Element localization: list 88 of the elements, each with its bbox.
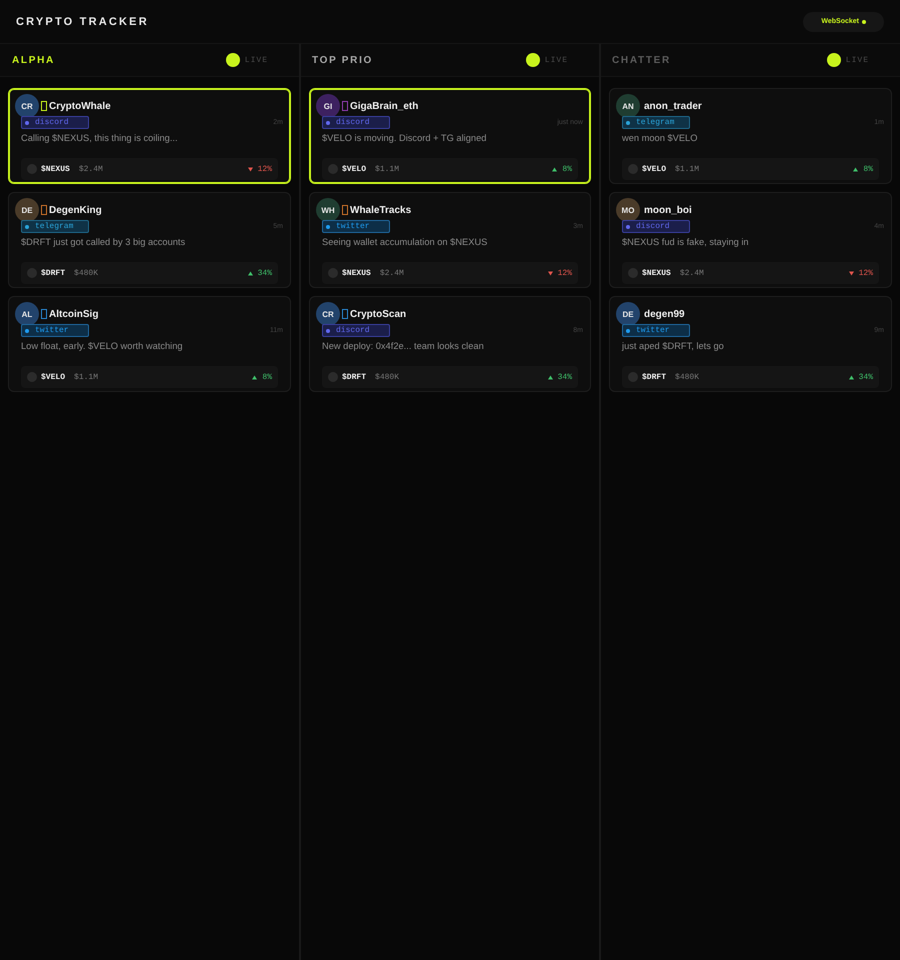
dot-icon — [25, 120, 29, 124]
avatar: MO — [616, 198, 640, 222]
triangle-up-icon — [252, 374, 258, 380]
price-change: 8% — [863, 164, 873, 174]
dot-icon — [25, 328, 29, 332]
column-title: ALPHA — [12, 54, 55, 66]
live-label: LIVE — [544, 56, 568, 64]
column-title: CHATTER — [612, 54, 671, 66]
triangle-up-icon — [848, 374, 854, 380]
source-label: discord — [336, 326, 370, 335]
message-text: Calling $NEXUS, this thing is coiling... — [21, 133, 179, 145]
price-change: 12% — [258, 164, 272, 174]
message-text: $VELO is moving. Discord + TG aligned — [322, 133, 488, 145]
price-change: 12% — [558, 268, 572, 278]
price-change: 34% — [858, 372, 873, 382]
triangle-up-icon — [248, 270, 253, 276]
source-label: discord — [35, 118, 69, 127]
token-symbol: $VELO — [642, 164, 666, 174]
message-text: $NEXUS fud is fake, staying in — [622, 237, 750, 249]
token-price: $480K — [675, 372, 700, 382]
token-symbol: $DRFT — [41, 268, 66, 278]
avatar: GI — [316, 94, 340, 118]
source-label: discord — [336, 118, 370, 127]
token-price: $1.1M — [74, 372, 98, 382]
message-text: $DRFT just got called by 3 big accounts — [21, 237, 186, 249]
dot-icon — [626, 224, 630, 228]
avatar: CR — [316, 302, 340, 326]
live-label: LIVE — [244, 56, 268, 64]
avatar: DE — [616, 302, 640, 326]
avatar: WH — [316, 198, 340, 222]
triangle-up-icon — [853, 166, 858, 172]
source-label: twitter — [636, 326, 670, 335]
dot-icon — [626, 120, 630, 124]
token-price: $480K — [74, 268, 98, 278]
avatar: CR — [15, 94, 39, 118]
message-text: New deploy: 0x4f2e... team looks clean — [322, 341, 485, 353]
source-label: telegram — [636, 118, 674, 127]
column-title: TOP PRIO — [312, 54, 374, 66]
dot-icon — [326, 120, 330, 124]
message-text: just aped $DRFT, lets go — [622, 341, 725, 353]
user-name: CryptoScan — [350, 308, 406, 320]
token-price: $2.4M — [680, 268, 704, 278]
triangle-up-icon — [548, 374, 553, 380]
message-text: Seeing wallet accumulation on $NEXUS — [322, 237, 488, 249]
user-name: moon_boi — [644, 204, 692, 216]
live-label: LIVE — [846, 56, 869, 64]
price-change: 34% — [258, 268, 272, 278]
source-label: twitter — [336, 222, 370, 231]
price-change: 12% — [858, 268, 873, 278]
price-change: 34% — [558, 372, 572, 382]
price-change: 8% — [562, 164, 572, 174]
user-name: GigaBrain_eth — [350, 100, 418, 112]
token-price: $1.1M — [375, 164, 400, 174]
token-price: $480K — [375, 372, 400, 382]
avatar: DE — [15, 198, 39, 222]
dot-icon — [25, 224, 29, 228]
token-symbol: $DRFT — [342, 372, 366, 382]
user-name: CryptoWhale — [49, 100, 111, 112]
token-price: $1.1M — [675, 164, 700, 174]
message-text: Low float, early. $VELO worth watching — [21, 341, 184, 353]
triangle-up-icon — [552, 166, 558, 172]
dot-icon — [626, 328, 630, 332]
price-change: 8% — [262, 372, 272, 382]
token-symbol: $NEXUS — [342, 268, 371, 278]
triangle-down-icon — [848, 270, 854, 276]
user-name: degen99 — [644, 308, 685, 320]
user-name: DegenKing — [49, 204, 102, 216]
avatar: AL — [15, 302, 39, 326]
user-name: anon_trader — [644, 100, 702, 112]
source-label: discord — [636, 222, 670, 231]
token-price: $2.4M — [78, 164, 103, 174]
app-title: CRYPTO TRACKER — [16, 16, 149, 28]
avatar: AN — [616, 94, 640, 118]
token-symbol: $DRFT — [642, 372, 666, 382]
source-label: telegram — [35, 222, 74, 231]
message-text: wen moon $VELO — [622, 133, 698, 145]
token-symbol: $NEXUS — [41, 164, 70, 174]
triangle-down-icon — [548, 270, 553, 276]
dot-icon — [326, 224, 330, 228]
token-symbol: $VELO — [342, 164, 366, 174]
user-name: AltcoinSig — [49, 308, 98, 320]
token-price: $2.4M — [380, 268, 404, 278]
token-symbol: $VELO — [41, 372, 66, 382]
dot-icon — [326, 328, 330, 332]
source-label: twitter — [35, 326, 69, 335]
user-name: WhaleTracks — [350, 204, 412, 216]
token-symbol: $NEXUS — [642, 268, 671, 278]
triangle-down-icon — [248, 166, 253, 172]
